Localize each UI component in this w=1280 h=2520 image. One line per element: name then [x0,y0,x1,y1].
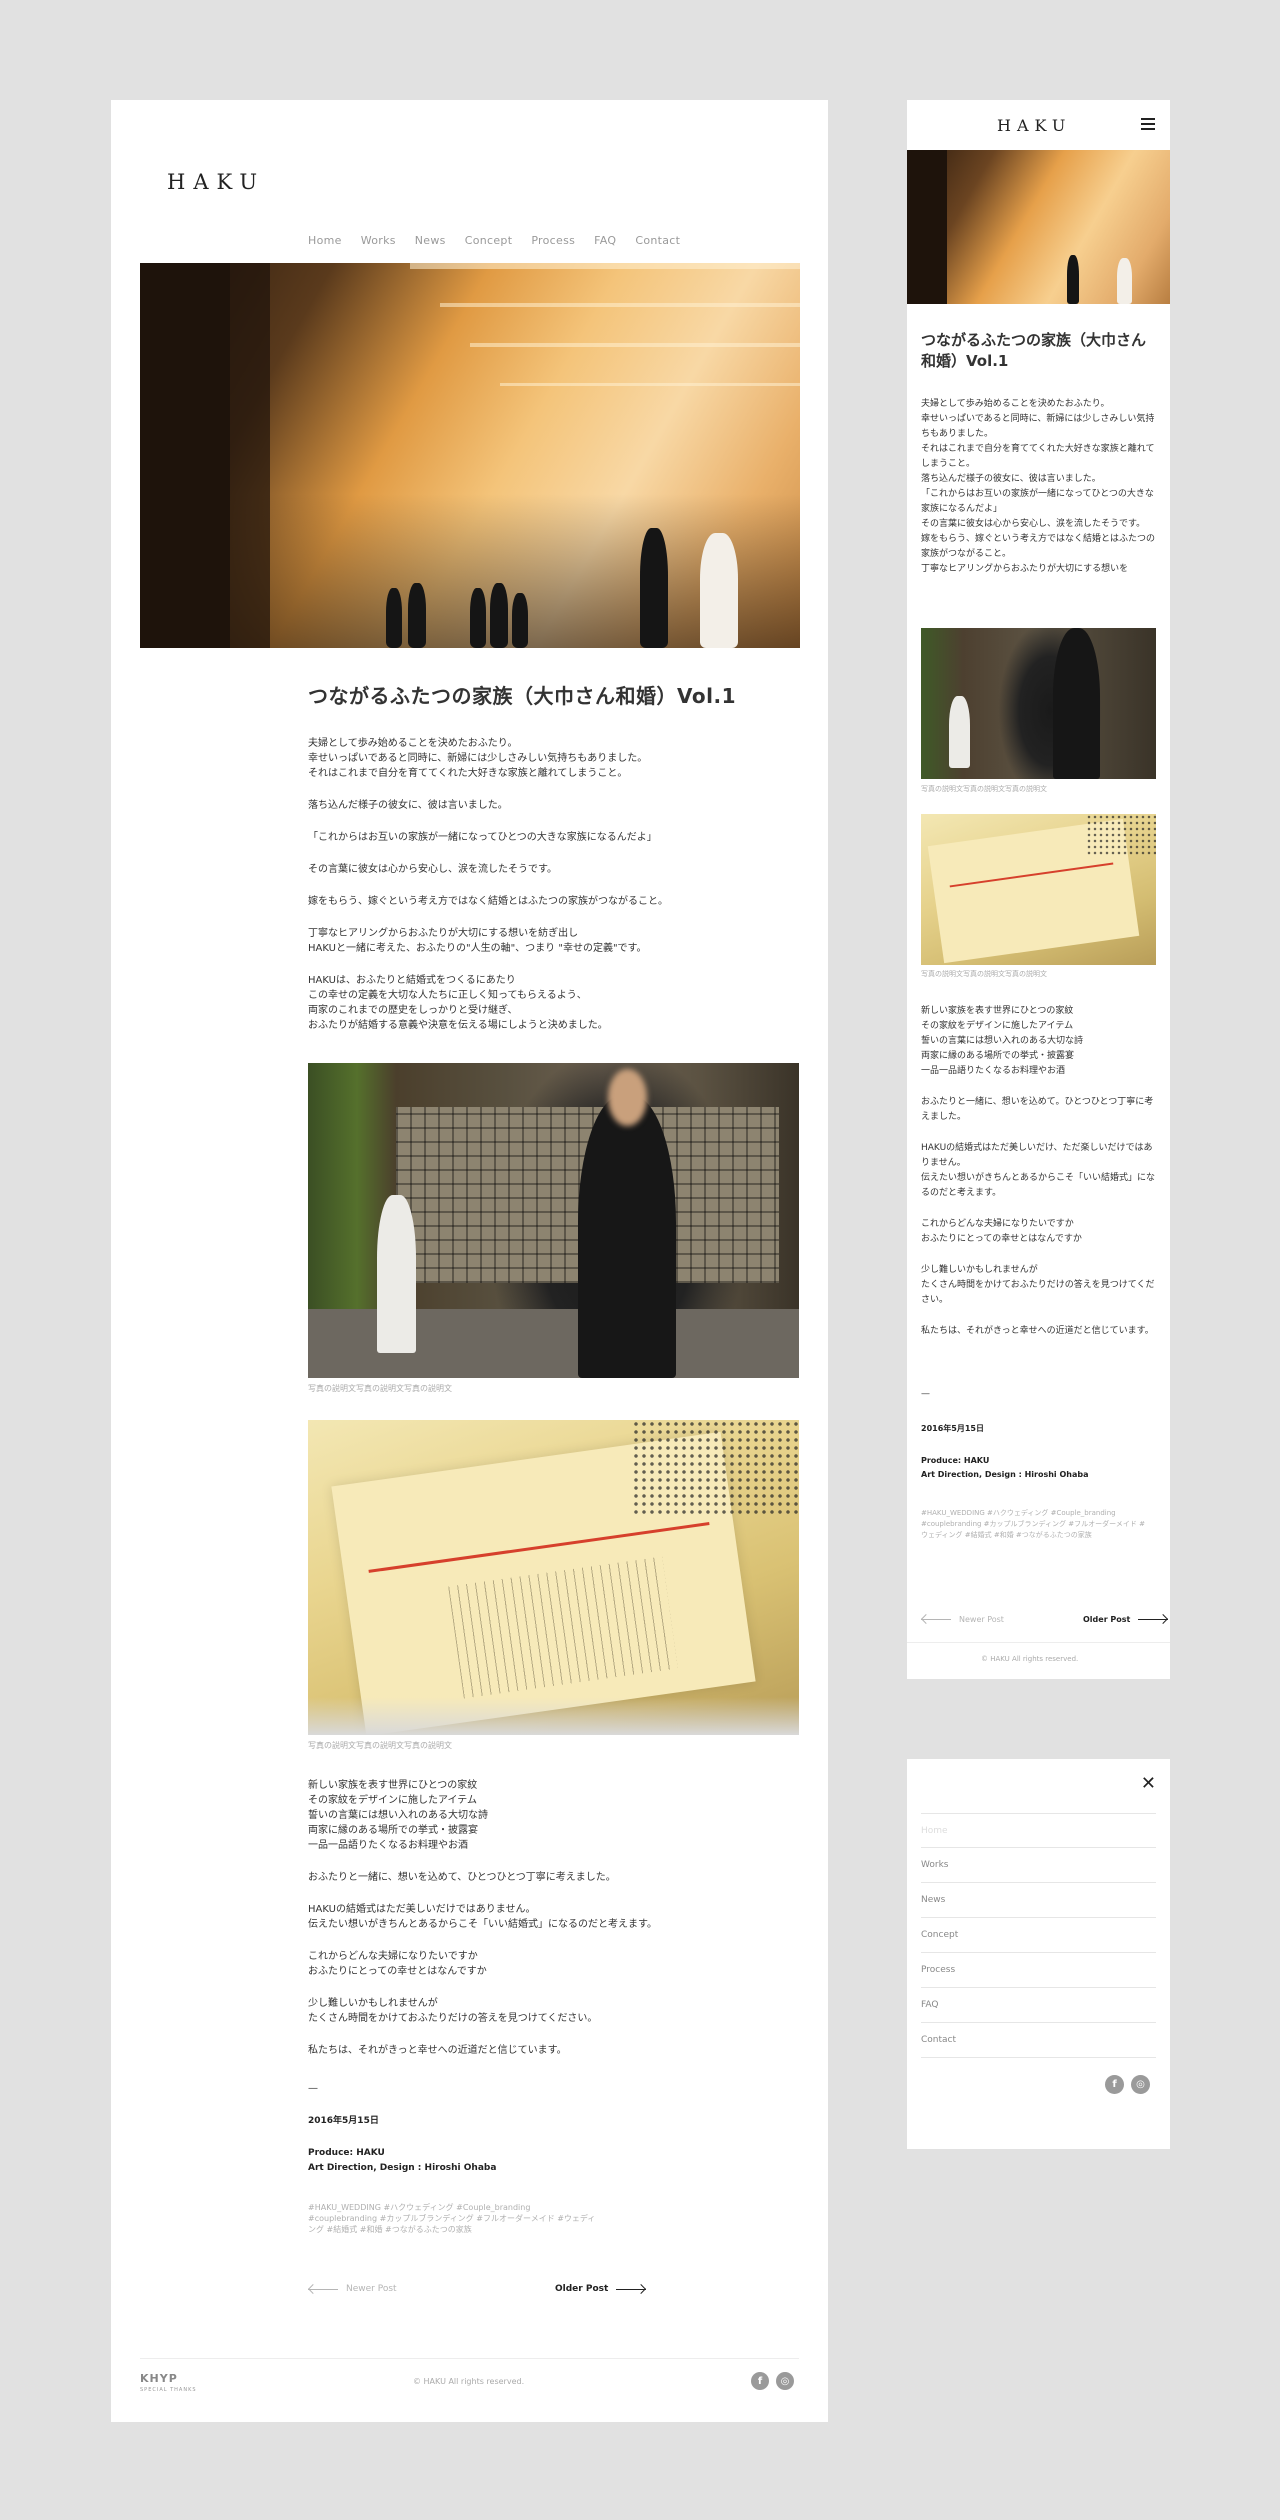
nav-item-process[interactable]: Process [531,234,575,247]
paragraph: 少し難しいかもしれませんが たくさん時間をかけておふたりだけの答えを見つけてくだ… [308,1998,598,2024]
footer-logo[interactable]: KHYP [140,2372,196,2385]
site-logo[interactable]: HAKU [167,170,265,194]
copyright: © HAKU All rights reserved. [413,2377,525,2386]
post-date: 2016年5月15日 [308,2116,379,2126]
post-credits: Art Direction, Design : Hiroshi Ohaba [308,2163,497,2173]
nav-item-works[interactable]: Works [361,234,396,247]
menu-item-contact[interactable]: Contact [921,2023,1156,2058]
copyright: © HAKU All rights reserved. [981,1655,1079,1663]
post-date: 2016年5月15日 [921,1424,984,1433]
instagram-icon[interactable]: ◎ [1131,2075,1150,2094]
hero-photo [907,150,1170,304]
facebook-icon[interactable]: f [751,2372,769,2390]
mobile-menu: ✕ Home Works News Concept Process FAQ Co… [907,1759,1170,2149]
post-body-1: 夫婦として歩み始めることを決めたおふたり。 幸せいっぱいであると同時に、新婦には… [308,736,738,1050]
couple-photo [921,628,1156,779]
menu-item-news[interactable]: News [921,1883,1156,1918]
social-links: f ◎ [751,2372,794,2390]
newer-post-label: Newer Post [959,1615,1004,1624]
older-post-label: Older Post [1083,1615,1131,1624]
paragraph: おふたりと一緒に、想いを込めて。ひとつひとつ丁寧に考えました。 [921,1097,1154,1122]
invitation-photo [921,814,1156,965]
older-post-label: Older Post [555,2284,609,2294]
post-produce: Produce: HAKU [921,1456,990,1465]
separator: — [308,2083,318,2094]
nav-item-home[interactable]: Home [308,234,342,247]
mobile-page: HAKU つながるふたつの家族（大巾さん和婚）Vol.1 夫婦として歩み始めるこ… [907,100,1170,1679]
paragraph: 丁寧なヒアリングからおふたりが大切にする想いを紡ぎ出し HAKUと一緒に考えた、… [308,928,647,954]
photo-caption: 写真の説明文写真の説明文写真の説明文 [921,785,1047,793]
paragraph: 新しい家族を表す世界にひとつの家紋 その家紋をデザインに施したアイテム 誓いの言… [921,1006,1084,1076]
paragraph: 嫁をもらう、嫁ぐという考え方ではなく結婚とはふたつの家族がつながること。 [308,896,668,907]
photo-caption: 写真の説明文写真の説明文写真の説明文 [308,1384,452,1393]
site-logo[interactable]: HAKU [997,116,1071,135]
close-icon[interactable]: ✕ [1141,1775,1156,1793]
nav-item-news[interactable]: News [415,234,446,247]
invitation-photo [308,1420,799,1735]
arrow-right-icon [1138,1619,1169,1620]
couple-photo [308,1063,799,1378]
social-links: f ◎ [1105,2075,1150,2094]
newer-post-link[interactable]: Newer Post [308,2284,397,2294]
nav-item-contact[interactable]: Contact [635,234,680,247]
photo-caption: 写真の説明文写真の説明文写真の説明文 [921,970,1047,978]
post-credits: Art Direction, Design : Hiroshi Ohaba [921,1470,1089,1479]
footer-divider [140,2358,799,2359]
facebook-icon[interactable]: f [1105,2075,1124,2094]
post-body-2: 新しい家族を表す世界にひとつの家紋 その家紋をデザインに施したアイテム 誓いの言… [308,1778,738,2075]
paragraph: おふたりと一緒に、想いを込めて、ひとつひとつ丁寧に考えました。 [308,1872,616,1883]
arrow-left-icon [308,2288,338,2290]
menu-item-faq[interactable]: FAQ [921,1988,1156,2023]
paragraph: これからどんな夫婦になりたいですか おふたりにとっての幸せとはなんですか [921,1219,1082,1244]
desktop-page: HAKU Home Works News Concept Process FAQ… [111,100,828,2422]
paragraph: 少し難しいかもしれませんが たくさん時間をかけておふたりだけの答えを見つけてくだ… [921,1265,1155,1305]
post-body-1: 夫婦として歩み始めることを決めたおふたり。 幸せいっぱいであると同時に、新婦には… [921,397,1157,593]
hero-photo [140,263,800,648]
paragraph: HAKUの結婚式はただ美しいだけではありません。 伝えたい想いがきちんとあるから… [308,1904,657,1930]
post-title: つながるふたつの家族（大巾さん和婚）Vol.1 [308,684,736,708]
instagram-icon[interactable]: ◎ [776,2372,794,2390]
paragraph: 私たちは、それがきっと幸せへの近道だと信じています。 [308,2045,567,2056]
older-post-link[interactable]: Older Post [1083,1615,1169,1624]
newer-post-link[interactable]: Newer Post [921,1615,1004,1624]
paragraph: 私たちは、それがきっと幸せへの近道だと信じています。 [921,1326,1154,1336]
footer-logo-sub: SPECIAL THANKS [140,2387,197,2393]
paragraph: 新しい家族を表す世界にひとつの家紋 その家紋をデザインに施したアイテム 誓いの言… [308,1780,488,1851]
newer-post-label: Newer Post [346,2284,397,2294]
hamburger-menu-icon[interactable] [1141,118,1155,130]
post-produce: Produce: HAKU [308,2148,385,2158]
post-title: つながるふたつの家族（大巾さん和婚）Vol.1 [921,331,1147,370]
post-body-2: 新しい家族を表す世界にひとつの家紋 その家紋をデザインに施したアイテム 誓いの言… [921,1004,1157,1355]
post-tags[interactable]: #HAKU_WEDDING #ハクウェディング #Couple_branding… [308,2202,598,2235]
menu-list: Home Works News Concept Process FAQ Cont… [921,1813,1156,2058]
menu-item-process[interactable]: Process [921,1953,1156,1988]
menu-item-home[interactable]: Home [921,1813,1156,1848]
arrow-right-icon [616,2288,647,2290]
photo-caption: 写真の説明文写真の説明文写真の説明文 [308,1741,452,1750]
paragraph: 落ち込んだ様子の彼女に、彼は言いました。 [308,800,508,811]
arrow-left-icon [921,1619,951,1620]
paragraph: HAKUは、おふたりと結婚式をつくるにあたり この幸せの定義を大切な人たちに正し… [308,975,608,1031]
nav-item-faq[interactable]: FAQ [594,234,616,247]
paragraph: 夫婦として歩み始めることを決めたおふたり。 幸せいっぱいであると同時に、新婦には… [308,738,648,779]
paragraph: 「これからはお互いの家族が一緒になってひとつの大きな家族になるんだよ」 [308,832,657,843]
main-nav: Home Works News Concept Process FAQ Cont… [308,234,699,247]
menu-item-works[interactable]: Works [921,1848,1156,1883]
menu-item-concept[interactable]: Concept [921,1918,1156,1953]
paragraph: これからどんな夫婦になりたいですか おふたりにとっての幸せとはなんですか [308,1951,487,1977]
paragraph: 夫婦として歩み始めることを決めたおふたり。 幸せいっぱいであると同時に、新婦には… [921,399,1156,574]
nav-item-concept[interactable]: Concept [465,234,513,247]
paragraph: HAKUの結婚式はただ美しいだけ、ただ楽しいだけではありません。 伝えたい想いが… [921,1143,1156,1198]
older-post-link[interactable]: Older Post [555,2284,647,2294]
separator: — [921,1389,930,1399]
post-tags[interactable]: #HAKU_WEDDING #ハクウェディング #Couple_branding… [921,1508,1151,1541]
paragraph: その言葉に彼女は心から安心し、涙を流したそうです。 [308,864,557,875]
footer-divider [907,1642,1170,1643]
